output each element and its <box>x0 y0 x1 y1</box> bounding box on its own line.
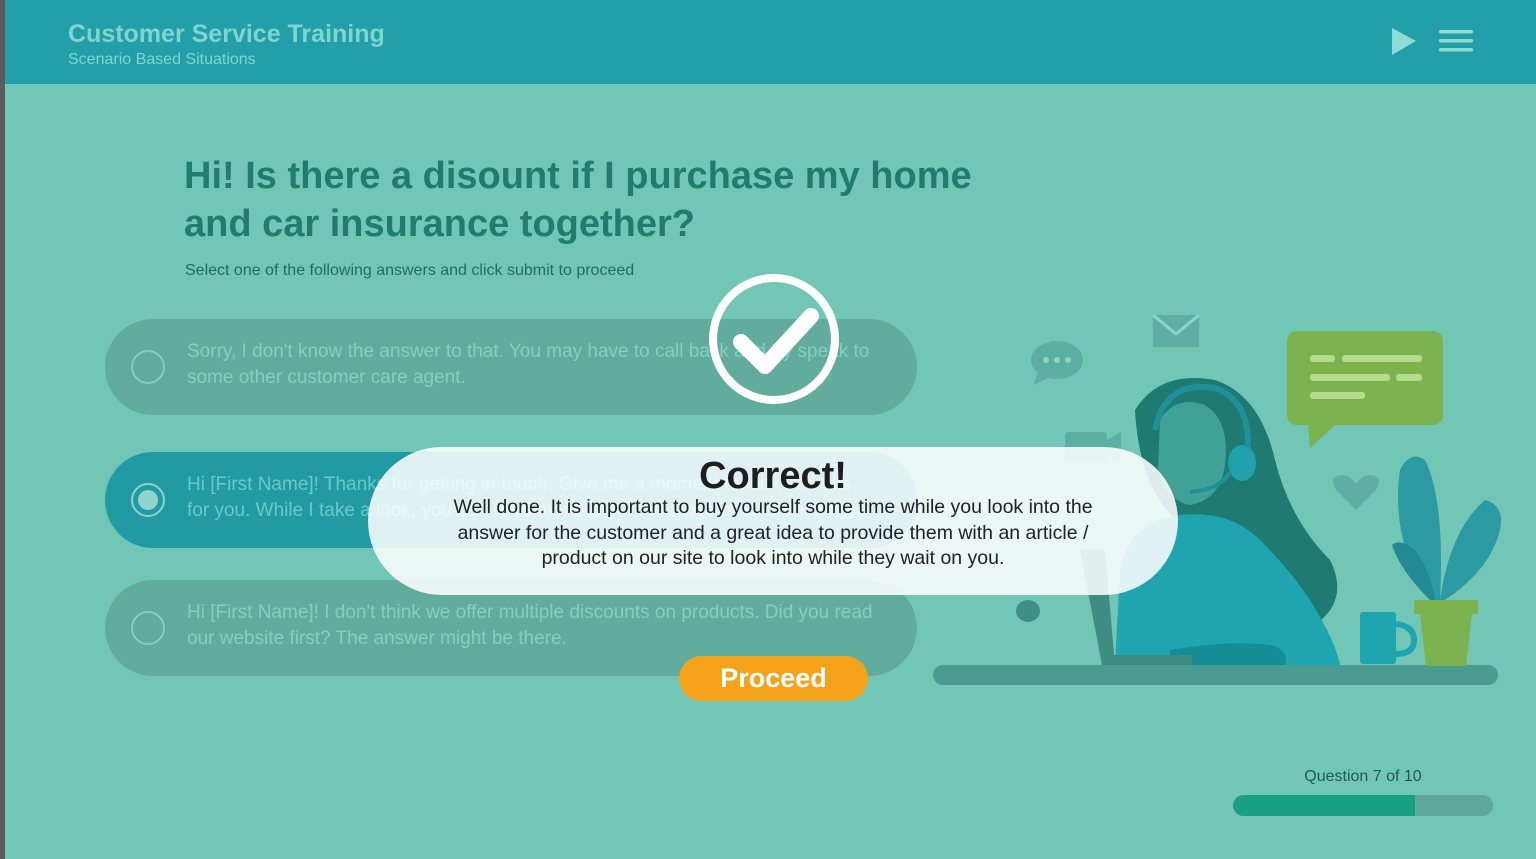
message-bubble-icon <box>1287 331 1443 448</box>
progress-bar <box>1233 795 1493 816</box>
hamburger-menu-icon[interactable] <box>1438 28 1476 56</box>
question-title: Hi! Is there a disount if I purchase my … <box>184 155 972 245</box>
app-frame: Customer Service Training Scenario Based… <box>5 0 1536 859</box>
feedback-body: Well done. It is important to buy yourse… <box>453 496 1093 569</box>
radio-button[interactable] <box>131 611 165 645</box>
progress-label: Question 7 of 10 <box>1304 768 1422 785</box>
feedback-title: Correct! <box>699 455 847 497</box>
proceed-button[interactable]: Proceed <box>679 656 868 701</box>
header-bar: Customer Service Training Scenario Based… <box>5 0 1536 84</box>
question-instruction: Select one of the following answers and … <box>185 262 635 279</box>
mug-icon <box>1360 612 1418 664</box>
course-title: Customer Service Training <box>68 20 385 48</box>
chat-bubble-icon <box>1031 341 1083 385</box>
radio-button[interactable] <box>131 350 165 384</box>
feedback-popup: Correct! Well done. It is important to b… <box>368 447 1178 595</box>
checkmark-circle-icon <box>707 272 841 406</box>
plant-icon <box>1392 456 1501 666</box>
answer-text: Hi [First Name]! I don't think we offer … <box>187 602 873 649</box>
course-subtitle: Scenario Based Situations <box>68 51 256 68</box>
radio-button-selected[interactable] <box>131 483 165 517</box>
heart-icon <box>1333 475 1379 510</box>
envelope-icon <box>1152 313 1200 347</box>
progress-bar-fill <box>1233 795 1415 816</box>
play-icon[interactable] <box>1389 27 1419 57</box>
